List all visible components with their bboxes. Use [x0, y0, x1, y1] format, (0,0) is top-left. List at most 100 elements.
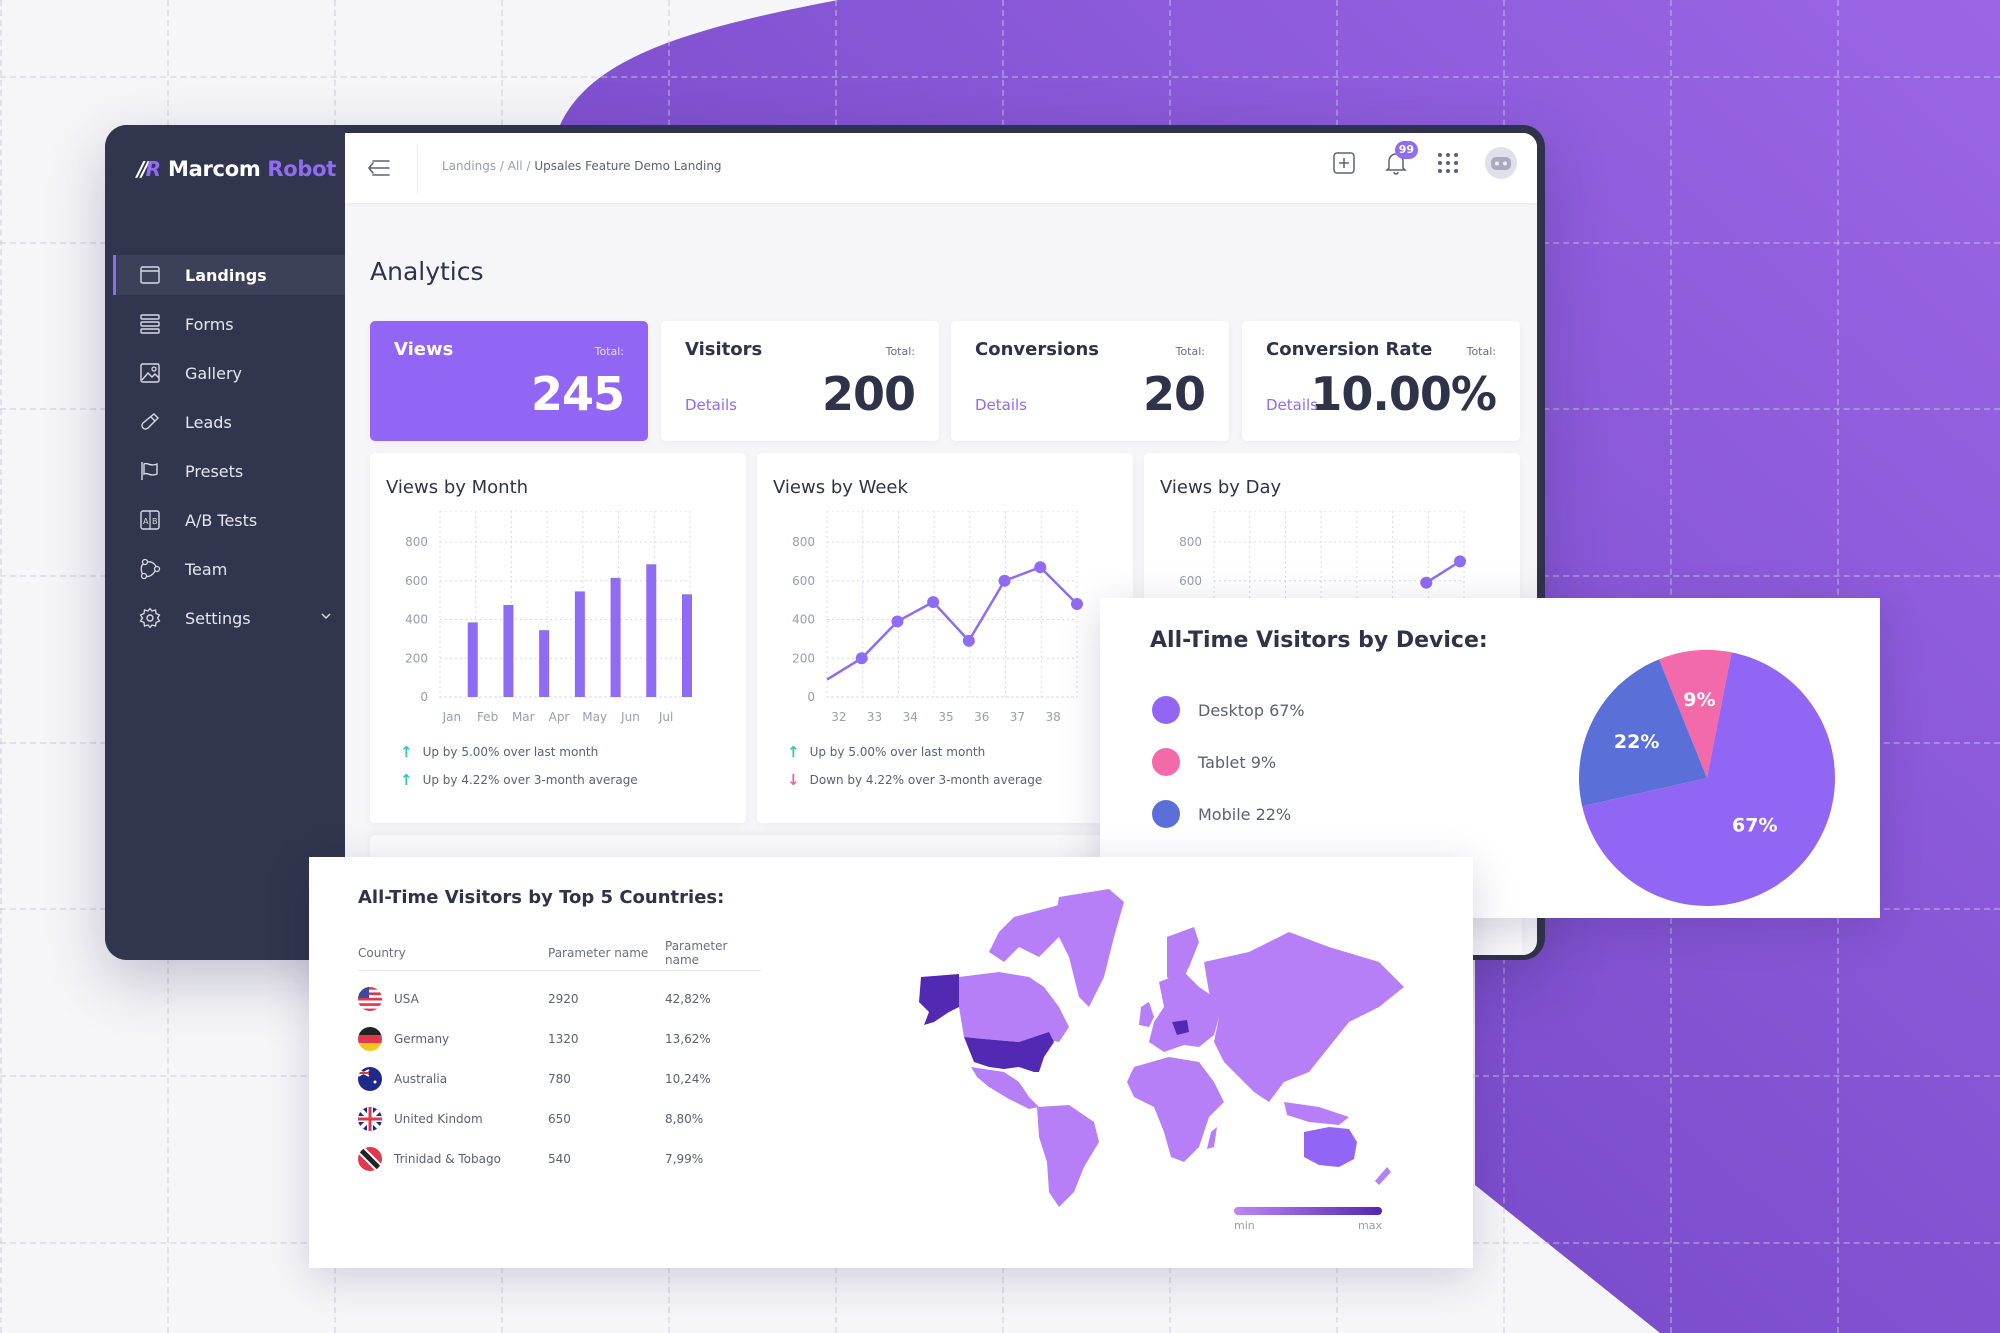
point-week-37[interactable]	[1034, 561, 1047, 574]
y-tick-label: 800	[792, 535, 815, 549]
point-week-33[interactable]	[891, 615, 904, 628]
point-week-38[interactable]	[1071, 598, 1083, 610]
details-link[interactable]: Details	[685, 396, 737, 414]
map-australia	[1304, 1127, 1357, 1167]
bar-jul[interactable]	[682, 594, 692, 697]
sidebar-item-label: Settings	[185, 608, 251, 628]
stat-card-conversion-rate: Conversion Rate Total: 10.00% Details	[1242, 321, 1520, 441]
map-greenland	[1054, 889, 1124, 1007]
legend-swatch	[1152, 748, 1180, 776]
y-tick-label: 800	[405, 535, 428, 549]
x-tick-label: 37	[1010, 710, 1025, 724]
notifications-button[interactable]: 99	[1381, 141, 1418, 178]
trend-text: Down by 4.22% over 3-month average	[809, 773, 1043, 787]
map-alaska	[919, 974, 959, 1025]
user-avatar[interactable]	[1485, 147, 1517, 179]
add-button[interactable]	[1329, 148, 1359, 178]
stat-value: 20	[1142, 367, 1206, 421]
sidebar-item-label: Gallery	[185, 363, 242, 383]
cell-country: Trinidad & Tobago	[358, 1147, 548, 1171]
arrow-up-icon: ↑	[787, 743, 800, 761]
y-tick-label: 200	[792, 651, 815, 665]
map-madagascar	[1207, 1127, 1217, 1149]
details-link[interactable]: Details	[1266, 396, 1318, 414]
bar-may[interactable]	[610, 577, 621, 697]
table-row[interactable]: Trinidad & Tobago 540 7,99%	[358, 1139, 761, 1179]
col-country[interactable]: Country	[358, 946, 548, 960]
x-tick-label: 38	[1046, 710, 1061, 724]
image-icon	[139, 362, 161, 384]
header-actions: 99	[1329, 141, 1517, 179]
map-scale-bar	[1234, 1207, 1382, 1215]
legend-label: Desktop 67%	[1198, 700, 1305, 720]
y-tick-label: 400	[405, 613, 428, 627]
table-header: Country Parameter name Parameter name	[358, 935, 761, 971]
bar-jan[interactable]	[467, 622, 478, 697]
sidebar-item-gallery[interactable]: Gallery	[113, 353, 345, 393]
point-day-6[interactable]	[1420, 576, 1433, 589]
cell-value: 540	[548, 1152, 571, 1166]
x-tick-label: May	[582, 710, 607, 724]
table-row[interactable]: United Kindom 650 8,80%	[358, 1099, 761, 1139]
sidebar-item-label: Leads	[185, 412, 232, 432]
cell-value: 1320	[548, 1032, 579, 1046]
point-week-34[interactable]	[927, 596, 940, 609]
top-header: Landings / All / Upsales Feature Demo La…	[345, 133, 1537, 203]
sidebar-item-presets[interactable]: Presets	[113, 451, 345, 491]
map-scale-legend: min max	[1234, 1207, 1382, 1232]
breadcrumb-all[interactable]: All	[508, 159, 523, 173]
trend-text: Up by 4.22% over 3-month average	[422, 773, 638, 787]
sidebar-item-team[interactable]: Team	[113, 549, 345, 589]
stat-label: Conversion Rate	[1266, 339, 1433, 360]
bar-mar[interactable]	[539, 630, 550, 697]
ab-test-icon: AB	[139, 509, 161, 531]
sidebar-item-landings[interactable]: Landings	[113, 255, 345, 295]
point-day-7[interactable]	[1454, 555, 1466, 568]
us-flag-icon	[358, 987, 382, 1011]
logo-mark-icon: //R	[137, 157, 161, 181]
arrow-up-icon: ↑	[400, 743, 413, 761]
point-week-32[interactable]	[855, 652, 868, 665]
point-week-35[interactable]	[962, 634, 975, 647]
collapse-menu-button[interactable]	[367, 157, 391, 179]
legend-mobile[interactable]: Mobile 22%	[1152, 800, 1291, 828]
bar-apr[interactable]	[574, 591, 585, 697]
y-tick-label: 800	[1179, 535, 1202, 549]
chevron-down-icon[interactable]	[319, 608, 333, 627]
point-week-36[interactable]	[998, 574, 1011, 587]
cell-share: 42,82%	[665, 992, 711, 1006]
table-row[interactable]: Germany 1320 13,62%	[358, 1019, 761, 1059]
y-tick-label: 600	[792, 574, 815, 588]
col-param-1[interactable]: Parameter name	[548, 946, 665, 960]
bar-feb[interactable]	[503, 604, 514, 697]
legend-tablet[interactable]: Tablet 9%	[1152, 748, 1276, 776]
table-row[interactable]: Australia 780 10,24%	[358, 1059, 761, 1099]
bar-jun[interactable]	[646, 564, 657, 697]
trend-line-2: ↑ Up by 4.22% over 3-month average	[400, 771, 638, 789]
y-tick-label: 600	[405, 574, 428, 588]
breadcrumb-landings[interactable]: Landings	[442, 159, 496, 173]
map-indonesia	[1284, 1102, 1349, 1125]
sidebar-item-forms[interactable]: Forms	[113, 304, 345, 344]
trend-line-1: ↑ Up by 5.00% over last month	[787, 743, 985, 761]
stat-label: Conversions	[975, 339, 1099, 360]
stat-value: 245	[530, 367, 625, 421]
sidebar: //R Marcom Robot Landings Forms Gallery Lea…	[105, 125, 345, 960]
sidebar-item-settings[interactable]: Settings	[113, 598, 345, 638]
stat-card-views[interactable]: Views Total: 245	[370, 321, 648, 441]
countries-card-title: All-Time Visitors by Top 5 Countries:	[358, 887, 725, 908]
y-tick-label: 400	[792, 613, 815, 627]
sidebar-item-leads[interactable]: Leads	[113, 402, 345, 442]
apps-button[interactable]	[1433, 148, 1463, 178]
legend-label: Mobile 22%	[1198, 804, 1292, 824]
details-link[interactable]: Details	[975, 396, 1027, 414]
brand-logo: //R Marcom Robot	[137, 157, 336, 181]
table-row[interactable]: USA 2920 42,82%	[358, 979, 761, 1019]
trend-line-2: ↓ Down by 4.22% over 3-month average	[787, 771, 1042, 789]
sidebar-item-a-b-tests[interactable]: A B A/B Tests	[113, 500, 345, 540]
legend-desktop[interactable]: Desktop 67%	[1152, 696, 1305, 724]
col-param-2[interactable]: Parameter name	[665, 939, 761, 967]
arrow-up-icon: ↑	[400, 771, 413, 789]
x-tick-label: Jan	[442, 710, 462, 724]
cell-value: 780	[548, 1072, 571, 1086]
